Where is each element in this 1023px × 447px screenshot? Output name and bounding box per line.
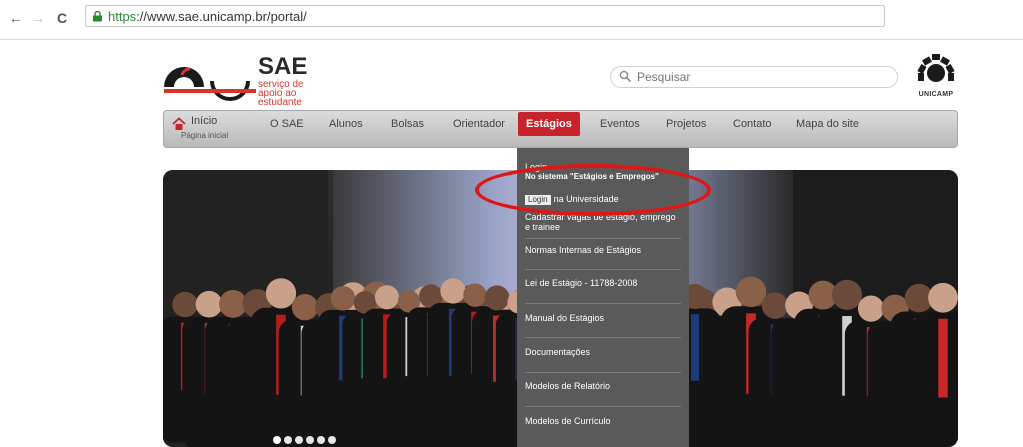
dropdown-manual-estagios[interactable]: Manual do Estágios bbox=[525, 313, 681, 323]
sae-logo[interactable]: SAE serviço de apoio ao estudante bbox=[160, 51, 330, 108]
url-scheme: https bbox=[108, 9, 137, 24]
logo-subtitle-line: estudante bbox=[258, 97, 302, 108]
carousel-dot[interactable] bbox=[306, 436, 314, 444]
unicamp-logo[interactable]: UNICAMP bbox=[910, 52, 962, 100]
page-content: SAE serviço de apoio ao estudante Pesqui… bbox=[0, 40, 1023, 447]
back-button[interactable]: ← bbox=[8, 10, 24, 26]
dropdown-lei-de-estagio[interactable]: Lei de Estágio - 11788-2008 bbox=[525, 278, 681, 288]
menu-item-projetos[interactable]: Projetos bbox=[666, 111, 706, 147]
home-icon bbox=[172, 117, 186, 130]
carousel-dots bbox=[273, 431, 339, 444]
dropdown-normas-internas[interactable]: Normas Internas de Estágios bbox=[525, 245, 681, 255]
menu-item-estagios[interactable]: Estágios bbox=[518, 112, 580, 136]
url-path: ://www.sae.unicamp.br/portal/ bbox=[136, 9, 307, 24]
menu-item-mapa-do-site[interactable]: Mapa do site bbox=[796, 111, 859, 147]
dropdown-divider bbox=[525, 406, 681, 407]
dropdown-divider bbox=[525, 238, 681, 239]
carousel-dot[interactable] bbox=[295, 436, 303, 444]
menu-item-contato[interactable]: Contato bbox=[733, 111, 772, 147]
carousel-dot[interactable] bbox=[317, 436, 325, 444]
url-text: https://www.sae.unicamp.br/portal/ bbox=[108, 9, 307, 24]
dropdown-divider bbox=[525, 337, 681, 338]
dropdown-modelos-curriculo[interactable]: Modelos de Currículo bbox=[525, 416, 681, 426]
carousel-dot[interactable] bbox=[273, 436, 281, 444]
menu-item-eventos[interactable]: Eventos bbox=[600, 111, 640, 147]
browser-toolbar: ← → C https://www.sae.unicamp.br/portal/ bbox=[0, 0, 1023, 40]
logo-subtitle: serviço de apoio ao estudante bbox=[258, 80, 304, 108]
annotation-ellipse bbox=[475, 164, 711, 216]
logo-title: SAE bbox=[258, 53, 308, 80]
carousel-dot[interactable] bbox=[284, 436, 292, 444]
main-menu: Início Página inicial O SAE Alunos Bolsa… bbox=[163, 110, 958, 148]
sae-logo-mark bbox=[164, 67, 256, 101]
carousel-dot[interactable] bbox=[328, 436, 336, 444]
unicamp-emblem-icon bbox=[917, 54, 955, 82]
search-box[interactable] bbox=[610, 66, 898, 88]
unicamp-label: UNICAMP bbox=[918, 91, 954, 98]
lock-icon bbox=[93, 11, 102, 22]
dropdown-modelos-relatorio[interactable]: Modelos de Relatório bbox=[525, 381, 681, 391]
search-icon bbox=[619, 70, 632, 83]
address-bar[interactable]: https://www.sae.unicamp.br/portal/ bbox=[85, 5, 885, 27]
search-input[interactable] bbox=[637, 69, 887, 85]
dropdown-divider bbox=[525, 269, 681, 270]
dropdown-documentacoes[interactable]: Documentações bbox=[525, 347, 681, 357]
dropdown-divider bbox=[525, 303, 681, 304]
reload-button[interactable]: C bbox=[54, 10, 70, 26]
dropdown-divider bbox=[525, 372, 681, 373]
menu-item-alunos[interactable]: Alunos bbox=[329, 111, 363, 147]
menu-item-bolsas[interactable]: Bolsas bbox=[391, 111, 424, 147]
menu-sublabel: Página inicial bbox=[181, 131, 229, 140]
menu-item-inicio[interactable]: Início Página inicial bbox=[164, 111, 254, 147]
menu-item-orientador[interactable]: Orientador bbox=[453, 111, 505, 147]
menu-item-o-sae[interactable]: O SAE bbox=[270, 111, 304, 147]
forward-button[interactable]: → bbox=[30, 10, 46, 26]
